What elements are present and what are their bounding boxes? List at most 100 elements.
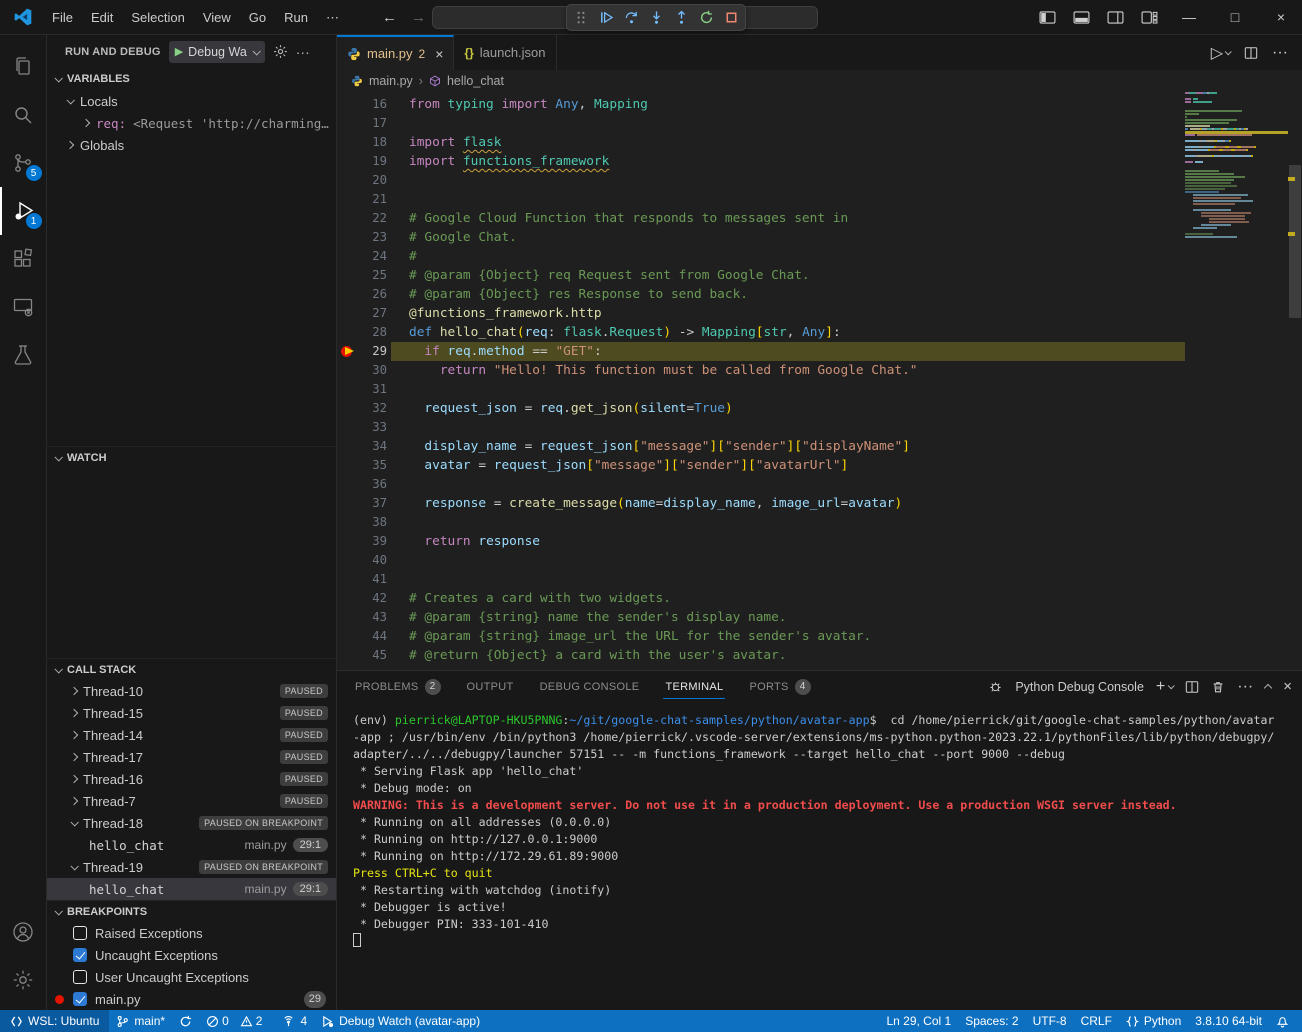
gutter[interactable] <box>337 551 359 570</box>
scrollbar-thumb[interactable] <box>1289 165 1301 318</box>
breakpoint-checkbox[interactable] <box>73 926 87 940</box>
code-line[interactable]: 29 if req.method == "GET": <box>337 342 1185 361</box>
breakpoint-current-line-icon[interactable] <box>341 346 353 358</box>
statusbar-problems[interactable]: 02 <box>199 1010 275 1032</box>
gutter[interactable] <box>337 342 359 361</box>
activitybar-remote-explorer-icon[interactable] <box>0 283 47 331</box>
panel-more-actions-icon[interactable]: ··· <box>1237 678 1253 696</box>
breadcrumb[interactable]: main.py › hello_chat <box>337 70 1302 92</box>
callstack-thread-row[interactable]: Thread-7PAUSED <box>47 790 336 812</box>
statusbar-eol[interactable]: CRLF <box>1074 1010 1119 1032</box>
menu-item-more[interactable]: ⋯ <box>317 0 348 35</box>
code-line[interactable]: 38 <box>337 513 1185 532</box>
activitybar-source-control-icon[interactable]: 5 <box>0 139 47 187</box>
panel-tab-debug-console[interactable]: DEBUG CONSOLE <box>538 671 642 702</box>
gutter[interactable] <box>337 589 359 608</box>
code-line[interactable]: 21 <box>337 190 1185 209</box>
terminal-session-label[interactable]: Python Debug Console <box>1015 680 1144 694</box>
customize-layout-icon[interactable] <box>1134 4 1164 30</box>
callstack-thread-row[interactable]: Thread-16PAUSED <box>47 768 336 790</box>
callstack-frame-row[interactable]: hello_chatmain.py29:1 <box>47 878 336 900</box>
gutter[interactable] <box>337 456 359 475</box>
restart-icon[interactable] <box>698 10 714 26</box>
call-stack-section-header[interactable]: CALL STACK <box>47 658 336 680</box>
statusbar-remote[interactable]: WSL: Ubuntu <box>0 1010 109 1032</box>
code-line[interactable]: 19import functions_framework <box>337 152 1185 171</box>
close-panel-icon[interactable]: × <box>1283 678 1292 695</box>
panel-tab-ports[interactable]: PORTS4 <box>747 671 812 702</box>
code-line[interactable]: 25# @param {Object} req Request sent fro… <box>337 266 1185 285</box>
code-line[interactable]: 39 return response <box>337 532 1185 551</box>
code-line[interactable]: 30 return "Hello! This function must be … <box>337 361 1185 380</box>
continue-icon[interactable] <box>598 10 614 26</box>
gutter[interactable] <box>337 285 359 304</box>
menu-item-edit[interactable]: Edit <box>82 0 122 35</box>
menu-item-selection[interactable]: Selection <box>122 0 193 35</box>
new-terminal-icon[interactable]: + <box>1156 678 1173 696</box>
code-line[interactable]: 33 <box>337 418 1185 437</box>
gutter[interactable] <box>337 247 359 266</box>
debug-config-dropdown[interactable]: ▶ Debug Wa <box>169 41 265 63</box>
step-over-icon[interactable] <box>623 10 639 26</box>
gutter[interactable] <box>337 361 359 380</box>
statusbar-notifications[interactable] <box>1269 1010 1296 1032</box>
menu-item-file[interactable]: File <box>43 0 82 35</box>
code-line[interactable]: 16from typing import Any, Mapping <box>337 95 1185 114</box>
code-line[interactable]: 41 <box>337 570 1185 589</box>
kill-terminal-icon[interactable] <box>1211 680 1225 694</box>
gutter[interactable] <box>337 304 359 323</box>
gutter[interactable] <box>337 608 359 627</box>
gutter[interactable] <box>337 399 359 418</box>
menu-item-go[interactable]: Go <box>240 0 275 35</box>
code-line[interactable]: 18import flask <box>337 133 1185 152</box>
breakpoint-row[interactable]: User Uncaught Exceptions <box>47 966 336 988</box>
breakpoint-checkbox[interactable] <box>73 992 87 1006</box>
drag-grip-icon[interactable] <box>573 10 589 26</box>
statusbar-ports-forwarded[interactable]: 4 <box>275 1010 314 1032</box>
watch-section-header[interactable]: WATCH <box>47 446 336 468</box>
editor-scrollbar[interactable] <box>1288 92 1302 670</box>
close-button[interactable]: × <box>1260 0 1302 34</box>
tab-launch-json[interactable]: {} launch.json <box>454 35 556 70</box>
gutter[interactable] <box>337 152 359 171</box>
code-line[interactable]: 20 <box>337 171 1185 190</box>
code-line[interactable]: 42# Creates a card with two widgets. <box>337 589 1185 608</box>
statusbar-python-version[interactable]: 3.8.10 64-bit <box>1188 1010 1269 1032</box>
activitybar-settings-icon[interactable] <box>0 956 47 1004</box>
breakpoint-checkbox[interactable] <box>73 948 87 962</box>
callstack-thread-row[interactable]: Thread-17PAUSED <box>47 746 336 768</box>
gutter[interactable] <box>337 418 359 437</box>
gutter[interactable] <box>337 114 359 133</box>
statusbar-debug-session[interactable]: Debug Watch (avatar-app) <box>314 1010 487 1032</box>
gutter[interactable] <box>337 95 359 114</box>
forward-icon[interactable]: → <box>411 9 426 26</box>
code-line[interactable]: 23# Google Chat. <box>337 228 1185 247</box>
stop-icon[interactable] <box>723 10 739 26</box>
activitybar-search-icon[interactable] <box>0 91 47 139</box>
close-tab-icon[interactable]: × <box>435 46 443 62</box>
statusbar-cursor-position[interactable]: Ln 29, Col 1 <box>879 1010 958 1032</box>
gutter[interactable] <box>337 627 359 646</box>
run-python-file-icon[interactable]: ▷ <box>1211 43 1230 63</box>
gutter[interactable] <box>337 475 359 494</box>
split-terminal-icon[interactable] <box>1185 680 1199 694</box>
gutter[interactable] <box>337 646 359 665</box>
toggle-primary-sidebar-icon[interactable] <box>1032 4 1062 30</box>
menu-item-view[interactable]: View <box>194 0 240 35</box>
gutter[interactable] <box>337 513 359 532</box>
code-line[interactable]: 45# @return {Object} a card with the use… <box>337 646 1185 665</box>
code-editor[interactable]: 16from typing import Any, Mapping1718imp… <box>337 92 1302 670</box>
globals-scope-row[interactable]: Globals <box>47 134 336 156</box>
activitybar-testing-icon[interactable] <box>0 331 47 379</box>
callstack-thread-row[interactable]: Thread-15PAUSED <box>47 702 336 724</box>
code-line[interactable]: 36 <box>337 475 1185 494</box>
gutter[interactable] <box>337 323 359 342</box>
breakpoint-row[interactable]: Raised Exceptions <box>47 922 336 944</box>
code-line[interactable]: 44# @param {string} image_url the URL fo… <box>337 627 1185 646</box>
maximize-panel-icon[interactable] <box>1264 684 1272 692</box>
gutter[interactable] <box>337 380 359 399</box>
breadcrumb-file[interactable]: main.py <box>369 74 413 88</box>
code-line[interactable]: 17 <box>337 114 1185 133</box>
step-out-icon[interactable] <box>673 10 689 26</box>
code-line[interactable]: 22# Google Cloud Function that responds … <box>337 209 1185 228</box>
